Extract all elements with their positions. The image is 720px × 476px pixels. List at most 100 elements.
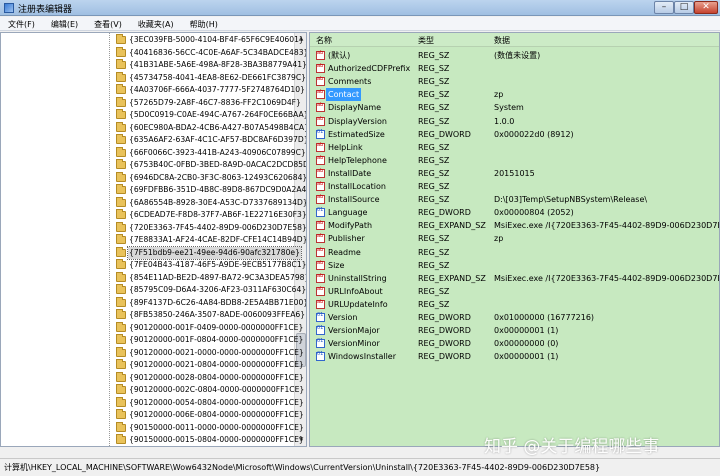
- value-row[interactable]: WindowsInstaller REG_DWORD 0x00000001 (1): [310, 350, 719, 363]
- value-row[interactable]: ModifyPath REG_EXPAND_SZ MsiExec.exe /I{72…: [310, 219, 719, 232]
- value-row[interactable]: Comments REG_SZ: [310, 75, 719, 88]
- tree-item[interactable]: {90120000-0054-0804-0000-0000000FF1CE}: [1, 396, 304, 410]
- string-value-icon: [316, 168, 325, 178]
- folder-icon: [116, 96, 126, 107]
- value-name: DisplayVersion: [328, 116, 387, 126]
- value-type: REG_SZ: [418, 64, 450, 74]
- value-row[interactable]: Language REG_DWORD 0x00000804 (2052): [310, 206, 719, 219]
- value-name: VersionMajor: [328, 326, 380, 336]
- value-row[interactable]: InstallSource REG_SZ D:\[03]Temp\SetupNBSy…: [310, 193, 719, 206]
- menu-view[interactable]: 查看(V): [86, 17, 130, 30]
- tree-item[interactable]: {41B31ABE-5A6E-498A-8F28-3BA3B8779A41}: [1, 59, 306, 72]
- folder-icon: [116, 234, 126, 244]
- value-data: (数值未设置): [494, 51, 541, 60]
- minimize-button[interactable]: –: [654, 1, 674, 14]
- tree-item[interactable]: {66F0066C-3923-441B-A243-40906C07899C}: [1, 146, 306, 160]
- menu-favorites[interactable]: 收藏夹(A): [130, 17, 182, 30]
- value-row[interactable]: Size REG_SZ: [310, 259, 719, 272]
- tree-item[interactable]: {5D0C0919-C0AE-494C-A767-264F0CE66BAA}: [1, 109, 306, 122]
- folder-icon: [116, 121, 126, 132]
- tree-item-label: {7FE04B43-4187-46F5-A9DE-9ECB5177B8C1}: [129, 260, 307, 269]
- tree-item[interactable]: {6CDEAD7E-F8D8-37F7-AB6F-1E22716E30F3}: [1, 209, 306, 222]
- tree-item[interactable]: {4A03706F-666A-4037-7777-5F2748764D10}: [1, 84, 305, 97]
- value-type: REG_DWORD: [418, 313, 471, 322]
- value-row[interactable]: DisplayVersion REG_SZ 1.0.0: [310, 115, 719, 128]
- tree-item[interactable]: {7FE04B43-4187-46F5-A9DE-9ECB5177B8C1}: [1, 259, 306, 272]
- tree-item[interactable]: {90120000-001F-0804-0000-0000000FF1CE}: [1, 334, 303, 347]
- tree-item[interactable]: {90120000-002C-0804-0000-0000000FF1CE}: [1, 384, 304, 397]
- tree-item[interactable]: {3EC039FB-5000-4104-BF4F-65F6C9E40601}: [1, 34, 304, 47]
- string-value-icon: [316, 116, 325, 126]
- value-row[interactable]: Contact REG_SZ zp: [310, 88, 719, 102]
- value-row[interactable]: InstallDate REG_SZ 20151015: [310, 167, 719, 180]
- value-row[interactable]: UninstallString REG_EXPAND_SZ MsiExec.exe …: [310, 272, 719, 285]
- tree-item[interactable]: {90120000-0028-0804-0000-0000000FF1CE}: [1, 371, 304, 385]
- tree-item-label: {854E11AD-BE2D-4897-BA72-9C3A3DEA5798}: [129, 272, 307, 282]
- tree-item[interactable]: {6946DC8A-2CB0-3F3C-8063-12493C620684}: [1, 171, 306, 185]
- value-name: WindowsInstaller: [328, 352, 397, 362]
- value-row[interactable]: URLUpdateInfo REG_SZ: [310, 298, 719, 311]
- tree-item-label: {89F4137D-6C26-4A84-BDB8-2E5A4BB71E00}: [129, 297, 307, 307]
- value-row[interactable]: Version REG_DWORD 0x01000000 (16777216): [310, 311, 719, 324]
- title-bar: 注册表编辑器 – □ ✕: [0, 0, 720, 16]
- column-type-header[interactable]: 类型: [418, 35, 434, 46]
- maximize-button[interactable]: □: [674, 1, 694, 14]
- tree-item[interactable]: {6A86554B-8928-30E4-A53C-D7337689134D}: [1, 196, 306, 210]
- menu-file[interactable]: 文件(F): [0, 17, 43, 30]
- menu-help[interactable]: 帮助(H): [182, 17, 226, 30]
- tree-item-label: {85795C09-D6A4-3206-AF23-0311AF630C64}: [129, 285, 307, 294]
- close-button[interactable]: ✕: [694, 1, 718, 14]
- value-row[interactable]: EstimatedSize REG_DWORD 0x000022d0 (8912): [310, 128, 719, 141]
- menu-edit[interactable]: 编辑(E): [43, 17, 86, 30]
- tree-item[interactable]: {89F4137D-6C26-4A84-BDB8-2E5A4BB71E00}: [1, 296, 306, 310]
- registry-tree-pane[interactable]: ▲ ▼ {3EC039FB-5000-4104-BF4F-65F6C9E4060…: [0, 32, 307, 447]
- column-name-header[interactable]: 名称: [316, 35, 332, 46]
- tree-item[interactable]: {40416836-56CC-4C0E-A6AF-5C34BADCE483}: [1, 46, 306, 60]
- tree-item[interactable]: {854E11AD-BE2D-4897-BA72-9C3A3DEA5798}: [1, 271, 306, 285]
- tree-item[interactable]: {90150000-0011-0000-0000-0000000FF1CE}: [1, 421, 304, 435]
- value-row[interactable]: Publisher REG_SZ zp: [310, 232, 719, 245]
- tree-item[interactable]: {720E3363-7F45-4402-89D9-006D230D7E58}: [1, 221, 306, 235]
- tree-item[interactable]: {85795C09-D6A4-3206-AF23-0311AF630C64}: [1, 284, 306, 297]
- value-row[interactable]: HelpTelephone REG_SZ: [310, 154, 719, 167]
- folder-icon: [116, 159, 126, 169]
- value-name: Readme: [328, 247, 361, 257]
- value-row[interactable]: (默认) REG_SZ (数值未设置): [310, 49, 719, 62]
- value-name: InstallLocation: [328, 182, 386, 191]
- tree-item[interactable]: {69FDFBB6-351D-4B8C-89D8-867DC9D0A2A4}: [1, 184, 306, 197]
- tree-item[interactable]: {6753B40C-0FBD-3BED-8A9D-0ACAC2DCD85D}: [1, 159, 306, 172]
- value-row[interactable]: URLInfoAbout REG_SZ: [310, 285, 719, 298]
- tree-item[interactable]: {90120000-0021-0000-0000-0000000FF1CE}: [1, 346, 304, 360]
- value-row[interactable]: Readme REG_SZ: [310, 246, 719, 259]
- value-row[interactable]: DisplayName REG_SZ System: [310, 101, 719, 114]
- tree-item[interactable]: {90120000-001F-0409-0000-0000000FF1CE}: [1, 321, 303, 335]
- value-data: 0x00000001 (1): [494, 326, 559, 336]
- value-row[interactable]: AuthorizedCDFPrefix REG_SZ: [310, 62, 719, 75]
- string-value-icon: [316, 142, 325, 152]
- folder-icon: [116, 34, 126, 44]
- tree-item[interactable]: {7E8833A1-AF24-4CAE-82DF-CFE14C14B94D}: [1, 234, 306, 247]
- value-name: Contact: [326, 88, 362, 102]
- value-row[interactable]: VersionMinor REG_DWORD 0x00000000 (0): [310, 337, 719, 350]
- value-row[interactable]: VersionMajor REG_DWORD 0x00000001 (1): [310, 324, 719, 337]
- tree-item[interactable]: {90120000-0021-0804-0000-0000000FF1CE}: [1, 359, 304, 372]
- tree-item[interactable]: {90120000-006E-0804-0000-0000000FF1CE}: [1, 409, 304, 422]
- binary-value-icon: [316, 351, 325, 362]
- tree-item[interactable]: {57265D79-2A8F-46C7-8836-FF2C1069D4F}: [1, 96, 301, 110]
- folder-icon: [116, 409, 126, 419]
- value-name: URLUpdateInfo: [328, 299, 388, 309]
- tree-item[interactable]: {7F51bdb9-ee21-49ee-94d6-90afc321780e}: [1, 245, 302, 260]
- column-data-header[interactable]: 数据: [494, 35, 510, 46]
- tree-item[interactable]: {60EC980A-BDA2-4CB6-A427-B07A5498B4CA}: [1, 121, 306, 135]
- binary-value-icon: [316, 207, 325, 218]
- tree-item[interactable]: {45734758-4041-4EA8-8E62-DE661FC3879C}: [1, 71, 306, 85]
- tree-item[interactable]: {90150000-0015-0804-0000-0000000FF1CE}: [1, 434, 304, 446]
- tree-item[interactable]: {8FB53850-246A-3507-8ADE-0060093FFEA6}: [1, 309, 305, 322]
- value-type: REG_DWORD: [418, 339, 471, 349]
- tree-item[interactable]: {635A6AF2-63AF-4C1C-AF57-BDC8AF6D397D}: [1, 134, 306, 147]
- value-row[interactable]: InstallLocation REG_SZ: [310, 180, 719, 193]
- value-type: REG_SZ: [418, 299, 450, 309]
- value-row[interactable]: HelpLink REG_SZ: [310, 141, 719, 154]
- registry-values-pane[interactable]: 名称 类型 数据 (默认) REG_SZ (数值未设置) AuthorizedCDFP…: [309, 32, 720, 447]
- value-type: REG_SZ: [418, 182, 450, 191]
